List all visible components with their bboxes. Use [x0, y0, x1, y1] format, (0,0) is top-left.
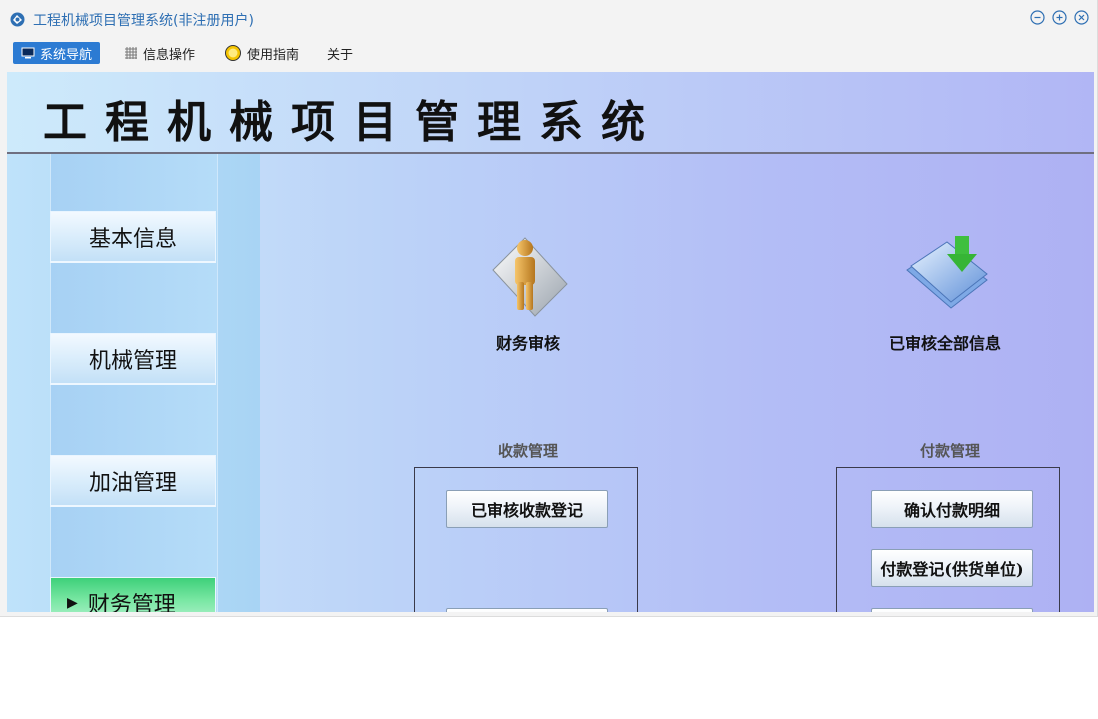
close-icon[interactable]	[1074, 10, 1089, 25]
sidebar-item-basic-info[interactable]: 基本信息	[50, 211, 216, 263]
receipt-second-button[interactable]	[446, 608, 608, 612]
audited-info-label[interactable]: 已审核全部信息	[889, 330, 1001, 354]
payment-mgmt-group	[836, 467, 1060, 612]
receipt-mgmt-group	[414, 467, 638, 612]
menu-item-user-guide[interactable]: 使用指南	[224, 42, 299, 64]
menu-item-label: 系统导航	[40, 47, 93, 63]
grid-icon	[125, 47, 137, 59]
sidebar-item-machine-mgmt[interactable]: 机械管理	[50, 333, 216, 385]
payment-register-supplier-button[interactable]: 付款登记(供货单位)	[871, 549, 1033, 587]
menu-item-label: 关于	[327, 47, 354, 63]
menu-item-label: 使用指南	[247, 47, 300, 63]
window-title: 工程机械项目管理系统(非注册用户)	[33, 13, 254, 29]
maximize-icon[interactable]	[1052, 10, 1067, 25]
sidebar-item-finance-mgmt[interactable]: ▶ 财务管理	[50, 577, 216, 612]
banner: 工程机械项目管理系统	[7, 72, 1094, 154]
receipt-mgmt-label: 收款管理	[498, 442, 559, 460]
app-logo-icon	[10, 12, 25, 27]
confirm-payment-details-button[interactable]: 确认付款明细	[871, 490, 1033, 528]
menu-item-system-nav[interactable]: 系统导航	[13, 42, 101, 64]
sidebar-item-label: 基本信息	[88, 226, 177, 252]
title-bar: 工程机械项目管理系统(非注册用户)	[0, 0, 1097, 38]
sidebar-item-fuel-mgmt[interactable]: 加油管理	[50, 455, 216, 507]
document-download-icon	[906, 236, 988, 309]
sidebar: 基本信息 机械管理 加油管理 ▶ 财务管理	[7, 154, 260, 612]
finance-audit-label[interactable]: 财务审核	[496, 330, 560, 354]
audited-info-shortcut[interactable]	[903, 232, 989, 322]
finance-audit-shortcut[interactable]	[485, 232, 571, 322]
sidebar-item-label: 机械管理	[88, 348, 177, 374]
payment-third-button[interactable]	[871, 608, 1033, 612]
lightbulb-icon	[225, 45, 241, 61]
minimize-icon[interactable]	[1030, 10, 1045, 25]
menu-item-label: 信息操作	[143, 47, 196, 63]
menu-bar: 系统导航 信息操作 使用指南 关于	[0, 40, 1097, 68]
sidebar-item-label: 加油管理	[88, 470, 177, 496]
triangle-right-icon: ▶	[67, 594, 78, 611]
app-window: 工程机械项目管理系统(非注册用户) 系统导航 信息操作 使用指南 关于 工程机械…	[0, 0, 1098, 617]
sidebar-item-label: 财务管理	[87, 592, 176, 613]
audited-receipt-register-button[interactable]: 已审核收款登记	[446, 490, 608, 528]
menu-item-about[interactable]: 关于	[327, 42, 353, 64]
monitor-icon	[21, 47, 35, 59]
person-document-icon	[492, 237, 568, 317]
menu-item-info-ops[interactable]: 信息操作	[124, 42, 195, 64]
banner-title: 工程机械项目管理系统	[43, 97, 663, 148]
payment-mgmt-label: 付款管理	[920, 442, 981, 460]
main-content: 工程机械项目管理系统 基本信息 机械管理 加油管理 ▶ 财务管理 财务审核 已审…	[7, 72, 1094, 612]
